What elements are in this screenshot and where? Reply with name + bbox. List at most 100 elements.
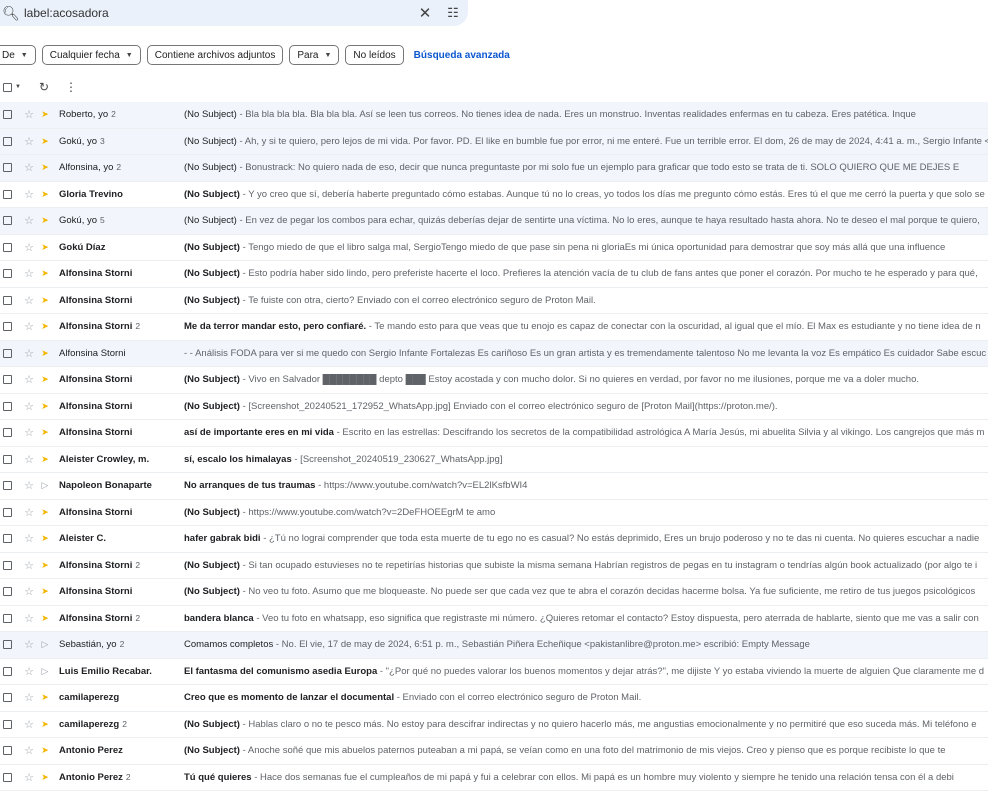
star-icon[interactable]: ☆ [23,188,35,201]
star-icon[interactable]: ☆ [23,294,35,307]
row-checkbox[interactable] [3,454,12,464]
message-row[interactable]: ☆ ➤ Roberto, yo 2 (No Subject) - Bla bla bla… [0,102,988,129]
row-checkbox[interactable] [3,189,12,199]
row-checkbox[interactable] [3,295,12,305]
row-checkbox[interactable] [3,375,12,385]
row-checkbox[interactable] [3,163,12,173]
select-menu-chevron-icon[interactable]: ▼ [15,84,21,90]
star-icon[interactable]: ☆ [23,161,35,174]
star-icon[interactable]: ☆ [23,320,35,333]
important-marker-icon[interactable]: ➤ [39,533,51,544]
star-icon[interactable]: ☆ [23,453,35,466]
message-row[interactable]: ☆ ➤ Gokú Díaz (No Subject) - Tengo miedo de… [0,234,988,261]
message-row[interactable]: ☆ ➤ Alfonsina, yo 2 (No Subject) - Bonustrac… [0,155,988,182]
important-marker-icon[interactable]: ➤ [39,560,51,571]
star-icon[interactable]: ☆ [23,135,35,148]
message-row[interactable]: ☆ ➤ Alfonsina Storni 2 (No Subject) - Si tan… [0,552,988,579]
not-important-marker-icon[interactable]: ▷ [39,666,51,677]
row-checkbox[interactable] [3,481,12,491]
clear-search-icon[interactable]: ✕ [412,4,438,22]
important-marker-icon[interactable]: ➤ [39,719,51,730]
important-marker-icon[interactable]: ➤ [39,295,51,306]
message-row[interactable]: ☆ ➤ Alfonsina Storni 2 bandera blanca - Veo … [0,605,988,632]
message-row[interactable]: ☆ ➤ Alfonsina Storni (No Subject) - No veo … [0,579,988,606]
row-checkbox[interactable] [3,507,12,517]
row-checkbox[interactable] [3,719,12,729]
important-marker-icon[interactable]: ➤ [39,507,51,518]
important-marker-icon[interactable]: ➤ [39,109,51,120]
message-row[interactable]: ☆ ▷ Luis Emilio Recabar. El fantasma del co… [0,658,988,685]
message-row[interactable]: ☆ ➤ Alfonsina Storni 2 Me da terror mandar e… [0,314,988,341]
message-row[interactable]: ☆ ▷ Napoleon Bonaparte No arranques de tus … [0,473,988,500]
star-icon[interactable]: ☆ [23,665,35,678]
star-icon[interactable]: ☆ [23,691,35,704]
message-row[interactable]: ☆ ➤ Gloria Trevino (No Subject) - Y yo creo… [0,181,988,208]
row-checkbox[interactable] [3,587,12,597]
important-marker-icon[interactable]: ➤ [39,189,51,200]
message-row[interactable]: ☆ ➤ Alfonsina Storni (No Subject) - Vivo en… [0,367,988,394]
message-row[interactable]: ☆ ➤ Gokú, yo 5 (No Subject) - En vez de pega… [0,208,988,235]
important-marker-icon[interactable]: ➤ [39,374,51,385]
search-options-icon[interactable]: ☷ [438,5,468,21]
row-checkbox[interactable] [3,269,12,279]
important-marker-icon[interactable]: ➤ [39,321,51,332]
row-checkbox[interactable] [3,401,12,411]
important-marker-icon[interactable]: ➤ [39,136,51,147]
star-icon[interactable]: ☆ [23,400,35,413]
important-marker-icon[interactable]: ➤ [39,692,51,703]
important-marker-icon[interactable]: ➤ [39,613,51,624]
row-checkbox[interactable] [3,746,12,756]
row-checkbox[interactable] [3,428,12,438]
star-icon[interactable]: ☆ [23,214,35,227]
message-row[interactable]: ☆ ➤ Aleister C. hafer gabrak bidi - ¿Tú no … [0,526,988,553]
row-checkbox[interactable] [3,110,12,120]
filter-to-chip[interactable]: Para ▼ [289,45,340,65]
message-row[interactable]: ☆ ▷ Sebastián, yo 2 Comamos completos - No. … [0,632,988,659]
star-icon[interactable]: ☆ [23,744,35,757]
important-marker-icon[interactable]: ➤ [39,427,51,438]
important-marker-icon[interactable]: ➤ [39,401,51,412]
search-bar[interactable]: 🔍︎ label:acosadora ✕ ☷ [0,0,468,26]
row-checkbox[interactable] [3,242,12,252]
star-icon[interactable]: ☆ [23,373,35,386]
advanced-search-link[interactable]: Búsqueda avanzada [414,50,510,61]
star-icon[interactable]: ☆ [23,771,35,784]
filter-date-chip[interactable]: Cualquier fecha ▼ [41,45,141,65]
row-checkbox[interactable] [3,216,12,226]
search-icon[interactable]: 🔍︎ [0,5,22,22]
star-icon[interactable]: ☆ [23,347,35,360]
message-row[interactable]: ☆ ➤ camilaperezg 2 (No Subject) - Hablas cla… [0,711,988,738]
star-icon[interactable]: ☆ [23,718,35,731]
important-marker-icon[interactable]: ➤ [39,454,51,465]
star-icon[interactable]: ☆ [23,241,35,254]
refresh-icon[interactable]: ↻ [39,80,49,94]
star-icon[interactable]: ☆ [23,532,35,545]
star-icon[interactable]: ☆ [23,612,35,625]
star-icon[interactable]: ☆ [23,479,35,492]
search-input[interactable]: label:acosadora [24,6,412,20]
star-icon[interactable]: ☆ [23,426,35,439]
row-checkbox[interactable] [3,534,12,544]
select-all-checkbox[interactable] [3,82,12,92]
star-icon[interactable]: ☆ [23,559,35,572]
row-checkbox[interactable] [3,640,12,650]
row-checkbox[interactable] [3,560,12,570]
important-marker-icon[interactable]: ➤ [39,586,51,597]
not-important-marker-icon[interactable]: ▷ [39,639,51,650]
filter-unread-chip[interactable]: No leídos [345,45,404,65]
row-checkbox[interactable] [3,136,12,146]
message-row[interactable]: ☆ ➤ camilaperezg Creo que es momento de lan… [0,685,988,712]
row-checkbox[interactable] [3,613,12,623]
message-row[interactable]: ☆ ➤ Alfonsina Storni (No Subject) - [Screen… [0,393,988,420]
star-icon[interactable]: ☆ [23,585,35,598]
message-row[interactable]: ☆ ➤ Alfonsina Storni (No Subject) - Te fuis… [0,287,988,314]
star-icon[interactable]: ☆ [23,638,35,651]
row-checkbox[interactable] [3,348,12,358]
row-checkbox[interactable] [3,322,12,332]
not-important-marker-icon[interactable]: ▷ [39,480,51,491]
more-options-icon[interactable]: ⋮ [65,80,77,94]
filter-attachments-chip[interactable]: Contiene archivos adjuntos [146,45,284,65]
row-checkbox[interactable] [3,693,12,703]
important-marker-icon[interactable]: ➤ [39,215,51,226]
message-row[interactable]: ☆ ➤ Alfonsina Storni así de importante eres… [0,420,988,447]
